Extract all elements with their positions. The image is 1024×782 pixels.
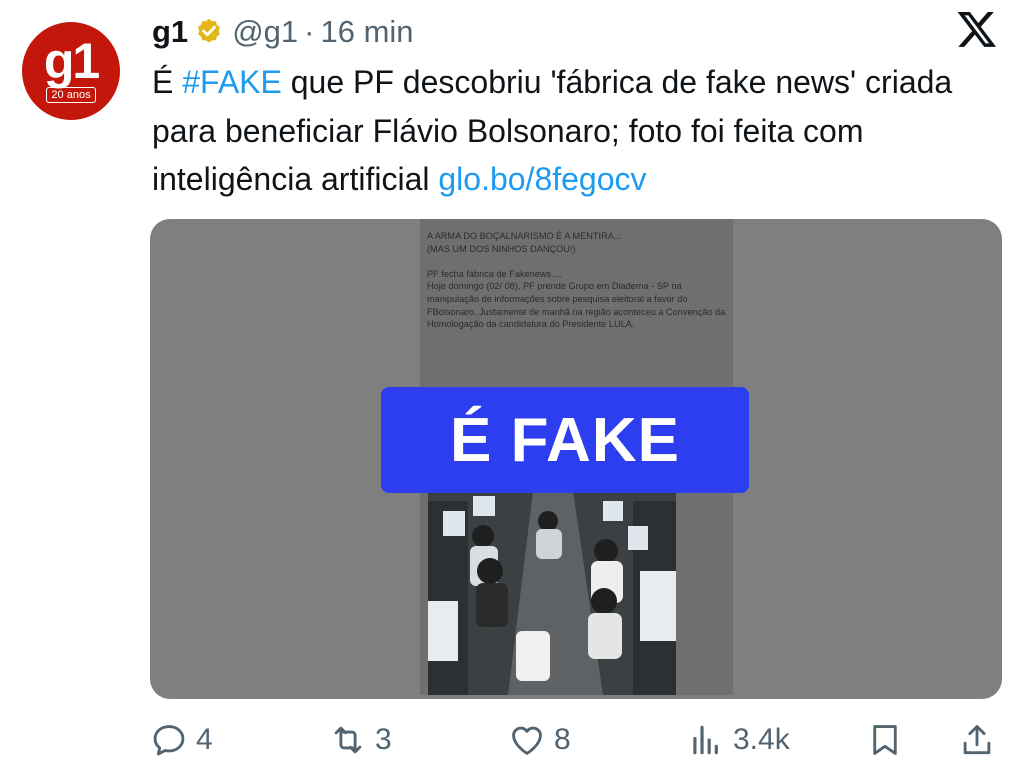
bookmark-icon (873, 725, 897, 755)
share-icon (963, 725, 991, 755)
repost-button[interactable]: 3 (329, 712, 392, 768)
like-icon (512, 726, 542, 755)
timestamp[interactable]: 16 min (320, 14, 413, 50)
bookmark-button[interactable] (866, 712, 904, 768)
fake-badge-text: É FAKE (450, 405, 680, 475)
avatar-sub-text: 20 anos (46, 87, 96, 103)
views-count: 3.4k (733, 723, 790, 756)
avatar[interactable]: g1 20 anos (22, 22, 120, 120)
tweet-media[interactable]: A ARMA DO BOÇALNARISMO É A MENTIRA... (M… (150, 219, 1002, 699)
repost-count: 3 (375, 723, 392, 756)
reply-count: 4 (196, 723, 213, 756)
avatar-logo-text: g1 (43, 33, 100, 89)
url-link[interactable]: glo.bo/8fegocv (438, 161, 646, 197)
document-text: A ARMA DO BOÇALNARISMO É A MENTIRA... (M… (427, 231, 726, 330)
verified-badge-icon (198, 18, 221, 43)
author-handle[interactable]: @g1 (232, 14, 298, 50)
hashtag-link[interactable]: #FAKE (182, 64, 282, 100)
views-button[interactable]: 3.4k (687, 712, 790, 768)
like-count: 8 (554, 723, 571, 756)
fake-badge: É FAKE (381, 387, 749, 493)
call-center-photo (428, 491, 676, 695)
action-bar: 4 3 8 3.4k (0, 712, 1024, 772)
author-name[interactable]: g1 (152, 14, 188, 50)
like-button[interactable]: 8 (508, 712, 571, 768)
tweet-text-prefix: É (152, 64, 183, 100)
x-logo-icon (957, 12, 997, 47)
tweet-text: É #FAKE que PF descobriu 'fábrica de fak… (152, 58, 1002, 204)
tweet-header: g1 @g1 · 16 min (152, 12, 414, 52)
reply-icon (153, 725, 185, 756)
repost-icon (334, 726, 362, 754)
share-button[interactable] (958, 712, 996, 768)
views-icon (693, 725, 718, 755)
reply-button[interactable]: 4 (150, 712, 213, 768)
separator-dot: · (304, 14, 315, 49)
